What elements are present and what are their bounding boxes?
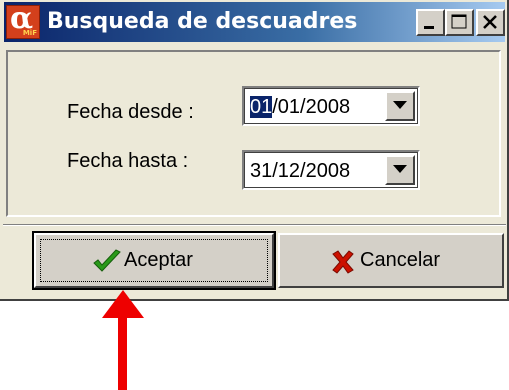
fecha-hasta-label: Fecha hasta : xyxy=(67,150,189,172)
red-arrow-shaft xyxy=(118,316,127,390)
cancel-button-label: Cancelar xyxy=(360,249,441,271)
app-icon-caption: MiF xyxy=(22,29,37,37)
x-cross-icon xyxy=(332,250,354,274)
dialog-window: α MiF Busqueda de descuadres Fecha desde… xyxy=(0,0,509,301)
cancel-button[interactable]: Cancelar xyxy=(278,233,504,288)
fecha-hasta-picker[interactable]: 31/12/2008 xyxy=(242,150,420,190)
accept-button[interactable]: Aceptar xyxy=(32,231,276,290)
fecha-desde-selected-day: 01 xyxy=(250,96,273,118)
fecha-desde-dropdown-button[interactable] xyxy=(385,91,415,121)
title-bar[interactable]: α MiF Busqueda de descuadres xyxy=(4,2,505,42)
fecha-desde-value[interactable]: 01/01/2008 xyxy=(250,96,350,119)
chevron-down-icon xyxy=(393,101,407,109)
close-button[interactable] xyxy=(476,9,505,36)
chevron-down-icon xyxy=(393,165,407,173)
maximize-button[interactable] xyxy=(445,9,474,36)
fecha-hasta-value[interactable]: 31/12/2008 xyxy=(250,160,350,183)
footer-divider xyxy=(3,224,506,226)
filter-group xyxy=(6,50,501,217)
fecha-hasta-dropdown-button[interactable] xyxy=(385,155,415,185)
maximize-icon xyxy=(451,14,467,29)
minimize-button[interactable] xyxy=(416,9,445,36)
checkmark-icon xyxy=(93,249,121,272)
window-title: Busqueda de descuadres xyxy=(47,9,358,34)
fecha-desde-rest: /01/2008 xyxy=(272,96,351,118)
red-arrow-icon xyxy=(102,290,144,318)
fecha-desde-label: Fecha desde : xyxy=(67,101,194,123)
minimize-icon xyxy=(424,26,434,29)
close-icon xyxy=(483,15,497,29)
alpha-app-icon[interactable]: α MiF xyxy=(6,2,40,39)
fecha-desde-picker[interactable]: 01/01/2008 xyxy=(242,86,420,126)
accept-button-label: Aceptar xyxy=(124,249,193,271)
